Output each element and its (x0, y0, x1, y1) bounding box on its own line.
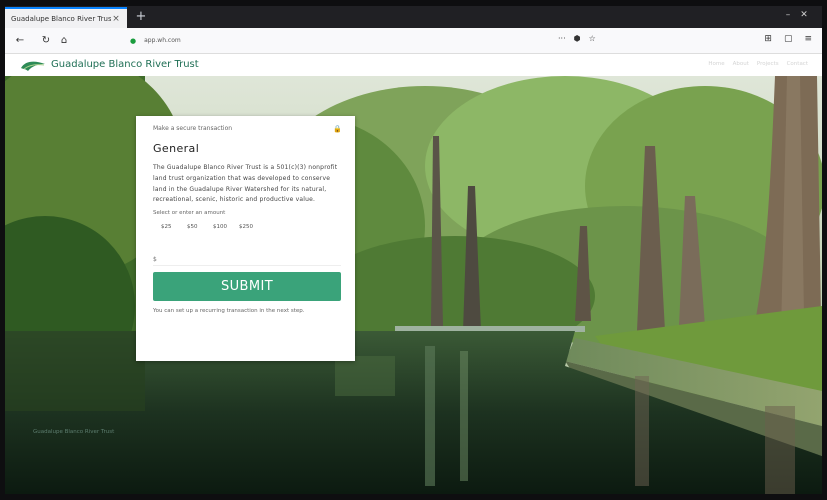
logo-icon[interactable] (20, 59, 46, 72)
site-nav-item[interactable]: Projects (757, 61, 779, 67)
tab-strip: Guadalupe Blanco River Trust × + – ✕ (5, 6, 822, 28)
tab-title: Guadalupe Blanco River Trust (11, 14, 111, 23)
home-icon[interactable]: ⌂ (55, 35, 73, 46)
lock-icon: ● (130, 36, 137, 45)
browser-window: Guadalupe Blanco River Trust × + – ✕ ← ↻… (5, 6, 822, 494)
browser-tab[interactable]: Guadalupe Blanco River Trust × (5, 7, 127, 28)
submit-button[interactable]: SUBMIT (153, 272, 341, 302)
menu-icon[interactable]: ≡ (804, 34, 812, 44)
minimize-icon[interactable]: – (782, 10, 794, 20)
card-subtitle: Make a secure transaction (153, 125, 233, 132)
amount-label: Select or enter an amount (153, 210, 226, 217)
card-heading: General (153, 142, 200, 155)
url-bar[interactable]: ● app.wh.com (130, 32, 610, 49)
amount-option[interactable]: $25 (161, 224, 175, 230)
window-close-icon[interactable]: ✕ (798, 10, 810, 20)
recurring-note: You can set up a recurring transaction i… (153, 308, 305, 315)
site-nav: Home About Projects Contact (708, 61, 808, 67)
site-nav-item[interactable]: Contact (787, 61, 808, 67)
amount-option[interactable]: $100 (213, 224, 227, 230)
tab-close-icon[interactable]: × (111, 14, 121, 24)
sidebar-icon[interactable]: ▢ (784, 34, 793, 44)
card-description: The Guadalupe Blanco River Trust is a 50… (153, 164, 338, 204)
custom-amount-input[interactable] (153, 254, 341, 267)
amount-option[interactable]: $50 (187, 224, 201, 230)
lock-badge-icon: 🔒 (333, 125, 342, 133)
shield-icon[interactable]: ⬢ (574, 34, 581, 43)
navigation-bar: ← ↻ ⌂ ● app.wh.com ··· ⬢ ☆ ⊞ ▢ ≡ (5, 28, 822, 54)
site-nav-item[interactable]: About (733, 61, 749, 67)
more-icon[interactable]: ··· (558, 34, 566, 43)
amount-options: $25 $50 $100 $250 (153, 224, 341, 230)
amount-option[interactable]: $250 (239, 224, 253, 230)
extensions-icon[interactable]: ⊞ (764, 34, 772, 44)
footer-link[interactable]: Guadalupe Blanco River Trust (33, 429, 114, 435)
url-text[interactable]: app.wh.com (144, 37, 181, 44)
site-nav-item[interactable]: Home (708, 61, 724, 67)
site-header: Guadalupe Blanco River Trust Home About … (5, 54, 822, 76)
url-actions: ··· ⬢ ☆ (558, 34, 596, 43)
toolbar-right: ⊞ ▢ ≡ (764, 34, 812, 44)
star-icon[interactable]: ☆ (589, 34, 596, 43)
back-arrow-icon[interactable]: ← (11, 35, 29, 46)
site-title[interactable]: Guadalupe Blanco River Trust (51, 59, 199, 70)
river-background-image (5, 76, 822, 494)
new-tab-button[interactable]: + (133, 9, 149, 25)
donation-card: Make a secure transaction 🔒 General The … (136, 116, 355, 361)
reload-icon[interactable]: ↻ (37, 35, 55, 46)
